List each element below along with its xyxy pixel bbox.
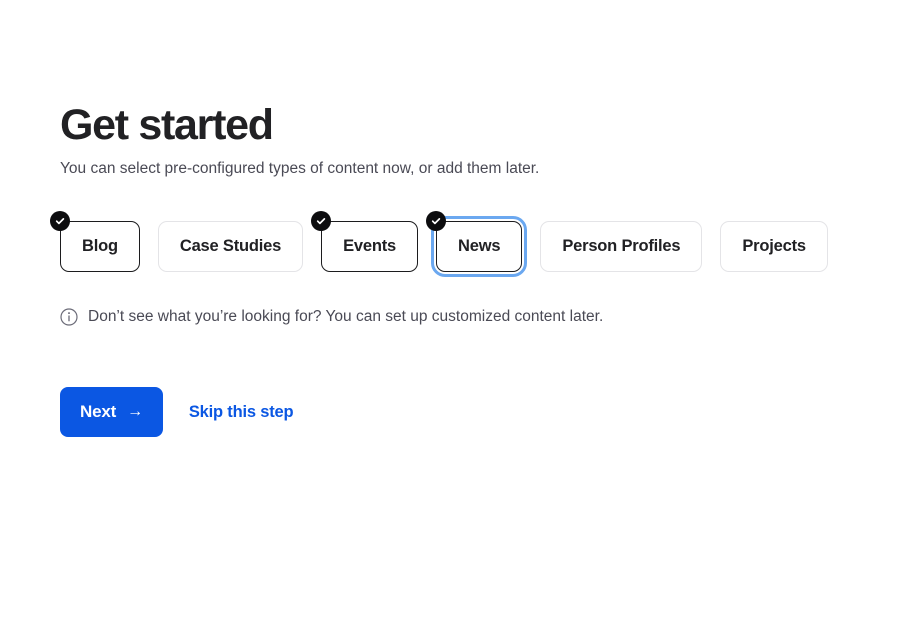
get-started-page: Get started You can select pre-configure… [0,0,900,620]
check-icon [311,211,332,231]
arrow-right-icon: → [127,403,143,420]
content-type-chip-button[interactable]: Projects [720,221,828,272]
page-title: Get started [60,101,274,149]
check-icon [50,211,70,231]
skip-this-step-link[interactable]: Skip this step [189,403,294,422]
check-icon [426,211,447,231]
content-type-chip[interactable]: Projects [720,221,828,272]
info-note: Don’t see what you’re looking for? You c… [60,307,603,327]
content-type-chip-label: Events [343,237,397,255]
content-type-chip-button[interactable]: Case Studies [157,221,304,272]
next-button[interactable]: Next → [60,387,163,437]
content-type-chip-button[interactable]: Person Profiles [540,221,703,272]
info-icon [60,308,78,326]
content-type-chip-button[interactable]: Events [321,221,419,272]
content-type-chip-label: Projects [742,237,806,255]
page-subtitle: You can select pre-configured types of c… [60,160,540,177]
content-type-chip-group: Blog Case Studies Events News Person Profile… [50,211,828,277]
content-type-chip-label: News [458,237,501,255]
info-note-text: Don’t see what you’re looking for? You c… [88,308,604,325]
next-button-label: Next [80,402,117,421]
content-type-chip-button[interactable]: News [436,221,523,272]
content-type-chip-label: Blog [82,237,118,255]
content-type-chip[interactable]: News [426,211,528,277]
content-type-chip-button[interactable]: Blog [60,221,140,272]
action-bar: Next → Skip this step [60,387,294,437]
content-type-chip[interactable]: Case Studies [157,221,304,272]
content-type-chip[interactable]: Events [311,211,419,272]
content-type-chip-label: Case Studies [179,237,282,255]
content-type-chip[interactable]: Blog [50,211,140,272]
content-type-chip-label: Person Profiles [562,237,681,255]
content-type-chip[interactable]: Person Profiles [540,221,703,272]
